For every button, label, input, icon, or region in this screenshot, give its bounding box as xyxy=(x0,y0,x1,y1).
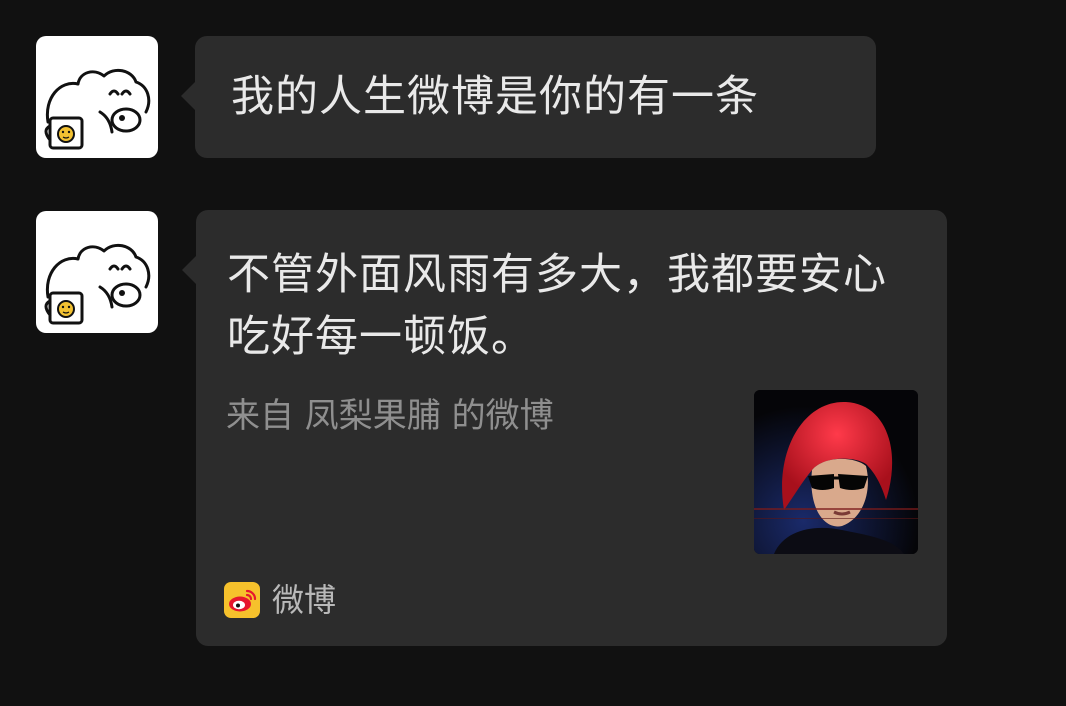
card-text: 不管外面风雨有多大，我都要安心吃好每一顿饭。 xyxy=(227,250,887,362)
app-attribution[interactable]: 微博 xyxy=(224,580,336,620)
message-bubble[interactable]: 我的人生微博是你的有一条 xyxy=(181,36,876,158)
card-source: 来自 凤梨果脯 的微博 xyxy=(226,396,554,436)
app-name: 微博 xyxy=(272,581,337,619)
avatar[interactable] xyxy=(36,211,158,333)
avatar[interactable] xyxy=(36,36,158,158)
message-text: 我的人生微博是你的有一条 xyxy=(231,72,759,122)
weibo-logo-icon xyxy=(224,582,260,618)
card-thumbnail[interactable] xyxy=(754,390,918,554)
red-hair-sunglasses-photo xyxy=(754,390,918,554)
bear-with-mug-icon xyxy=(44,243,151,325)
chat-window: 我的人生微博是你的有一条 不管外面风雨有多大，我都要安心吃好每一顿饭。 来自 凤… xyxy=(0,0,1066,706)
bear-with-mug-icon xyxy=(44,68,151,150)
shared-card-bubble[interactable]: 不管外面风雨有多大，我都要安心吃好每一顿饭。 来自 凤梨果脯 的微博 微博 xyxy=(182,210,947,646)
